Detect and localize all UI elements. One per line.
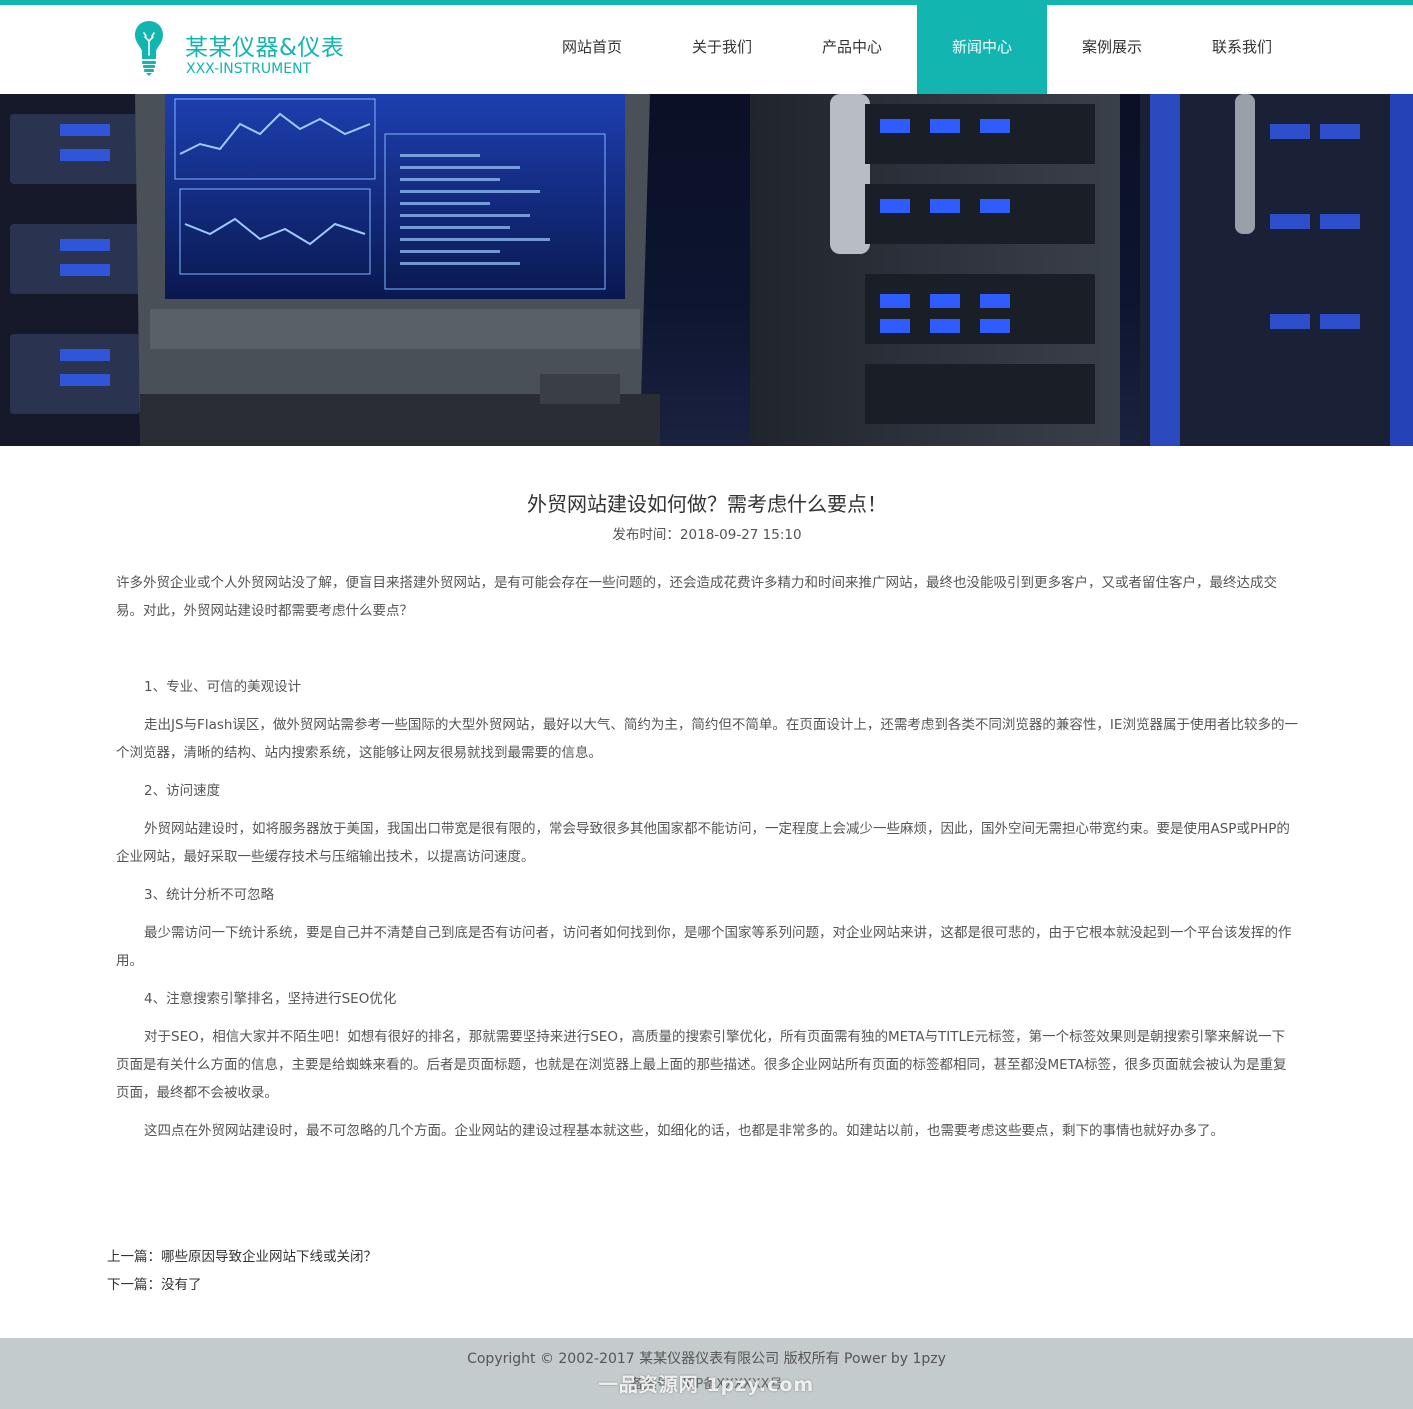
next-article-link[interactable]: 下一篇：没有了 <box>107 1271 202 1299</box>
article-paragraph-2: 外贸网站建设时，如将服务器放于美国，我国出口带宽是很有限的，常会导致很多其他国家… <box>116 821 1290 865</box>
nav-item-products[interactable]: 产品中心 <box>787 5 917 94</box>
nav-item-about[interactable]: 关于我们 <box>657 5 787 94</box>
site-logo-name[interactable]: 某某仪器&仪表 <box>185 35 344 61</box>
article-paragraph-3: 最少需访问一下统计系统，要是自己并不清楚自己到底是否有访问者，访问者如何找到你，… <box>116 925 1292 969</box>
main-nav: 网站首页 关于我们 产品中心 新闻中心 案例展示 联系我们 <box>527 5 1307 94</box>
article-section-heading-1: 1、专业、可信的美观设计 <box>144 679 302 695</box>
site-logo-subtitle[interactable]: XXX-INSTRUMENT <box>186 61 311 77</box>
article-section-heading-4: 4、注意搜索引擎排名，坚持进行SEO优化 <box>144 991 397 1007</box>
nav-item-news[interactable]: 新闻中心 <box>917 5 1047 94</box>
article-conclusion-paragraph: 这四点在外贸网站建设时，最不可忽略的几个方面。企业网站的建设过程基本就这些，如细… <box>144 1123 1224 1139</box>
article-section-heading-2: 2、访问速度 <box>144 783 221 799</box>
lightbulb-icon[interactable] <box>133 19 165 77</box>
article-paragraph-1: 走出JS与Flash误区，做外贸网站需参考一些国际的大型外贸网站，最好以大气、简… <box>116 717 1298 761</box>
footer-copyright: Copyright © 2002-2017 某某仪器仪表有限公司 版权所有 Po… <box>467 1351 946 1367</box>
article-intro-paragraph: 许多外贸企业或个人外贸网站没了解，便盲目来搭建外贸网站，是有可能会存在一些问题的… <box>116 575 1277 619</box>
site-footer: Copyright © 2002-2017 某某仪器仪表有限公司 版权所有 Po… <box>0 1338 1413 1409</box>
nav-item-contact[interactable]: 联系我们 <box>1177 5 1307 94</box>
article-publish-date: 发布时间：2018-09-27 15:10 <box>612 527 802 543</box>
banner-image <box>0 94 1413 446</box>
watermark: 一品资源网 1pzy.com <box>598 1374 815 1396</box>
nav-item-home[interactable]: 网站首页 <box>527 5 657 94</box>
prev-article-link[interactable]: 上一篇：哪些原因导致企业网站下线或关闭？ <box>107 1243 377 1271</box>
article-paragraph-4: 对于SEO，相信大家并不陌生吧！如想有很好的排名，那就需要坚持来进行SEO，高质… <box>116 1029 1287 1101</box>
site-header: 某某仪器&仪表 XXX-INSTRUMENT 网站首页 关于我们 产品中心 新闻… <box>0 5 1413 94</box>
article-title: 外贸网站建设如何做？需考虑什么要点！ <box>527 492 887 516</box>
article-section-heading-3: 3、统计分析不可忽略 <box>144 887 275 903</box>
nav-item-cases[interactable]: 案例展示 <box>1047 5 1177 94</box>
